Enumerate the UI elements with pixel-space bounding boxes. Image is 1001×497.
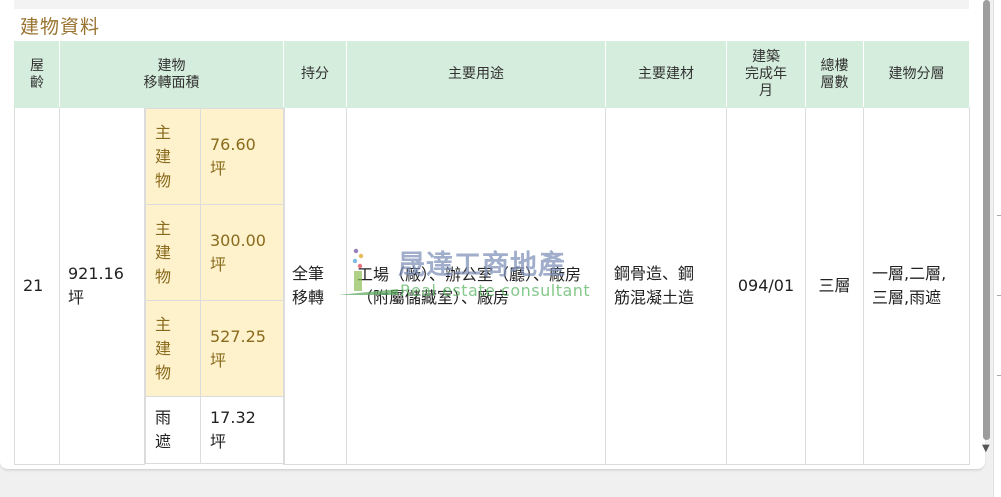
- edge-mark: [997, 295, 1001, 296]
- header-age: 屋 齡: [14, 41, 60, 108]
- floor-split-cell: 一層,二層, 三層,雨遮: [863, 107, 970, 465]
- part-type: 主 建 物: [145, 108, 201, 205]
- header-area: 建物 移轉面積: [59, 41, 284, 108]
- page-scroll-edge: [993, 0, 1001, 497]
- area-part-row: 主 建 物 76.60 坪: [145, 108, 285, 205]
- area-breakdown-table: 主 建 物 76.60 坪 主 建 物 300.00 坪 主 建 物 527.2…: [145, 108, 285, 464]
- part-type: 主 建 物: [145, 300, 201, 397]
- floors-total-cell: 三層: [805, 107, 864, 465]
- table-row: 21 921.16 坪 主 建 物 76.60 坪 主 建 物 300.00 坪: [14, 107, 970, 465]
- header-completed: 建築 完成年 月: [726, 41, 806, 108]
- area-breakdown-cell: 主 建 物 76.60 坪 主 建 物 300.00 坪 主 建 物 527.2…: [145, 108, 285, 464]
- panel-top-bar: [14, 0, 969, 9]
- usage-cell: 工場（廠）、辦公室（廳）、廠房（附屬儲藏室）、廠房: [346, 107, 606, 465]
- header-floors-total: 總樓 層數: [805, 41, 864, 108]
- area-part-row: 主 建 物 527.25 坪: [145, 300, 285, 397]
- scroll-down-icon[interactable]: ▼: [982, 443, 990, 454]
- header-usage: 主要用途: [346, 41, 606, 108]
- area-part-row: 雨 遮 17.32 坪: [145, 396, 285, 464]
- part-type: 雨 遮: [145, 396, 201, 464]
- building-info-panel: 建物資料 屋 齡 建物 移轉面積 持分 主要用途 主要建材 建築 完成年 月 總…: [0, 0, 985, 470]
- header-share: 持分: [283, 41, 347, 108]
- part-area: 17.32 坪: [200, 396, 285, 464]
- area-part-row: 主 建 物 300.00 坪: [145, 204, 285, 301]
- edge-mark: [997, 375, 1001, 376]
- header-floor-split: 建物分層: [863, 41, 970, 108]
- scrollbar-thumb[interactable]: [983, 0, 990, 440]
- completed-cell: 094/01: [726, 107, 806, 465]
- header-material: 主要建材: [605, 41, 727, 108]
- section-title: 建物資料: [20, 16, 101, 38]
- material-cell: 鋼骨造、鋼 筋混凝土造: [605, 107, 727, 465]
- part-area: 300.00 坪: [200, 204, 285, 301]
- edge-mark: [997, 215, 1001, 216]
- part-area: 527.25 坪: [200, 300, 285, 397]
- part-area: 76.60 坪: [200, 108, 285, 205]
- age-cell: 21: [14, 107, 60, 465]
- part-type: 主 建 物: [145, 204, 201, 301]
- building-table: 屋 齡 建物 移轉面積 持分 主要用途 主要建材 建築 完成年 月 總樓 層數 …: [14, 41, 970, 465]
- total-area-cell: 921.16 坪: [59, 107, 145, 465]
- table-header-row: 屋 齡 建物 移轉面積 持分 主要用途 主要建材 建築 完成年 月 總樓 層數 …: [14, 41, 970, 108]
- share-cell: 全筆 移轉: [283, 107, 347, 465]
